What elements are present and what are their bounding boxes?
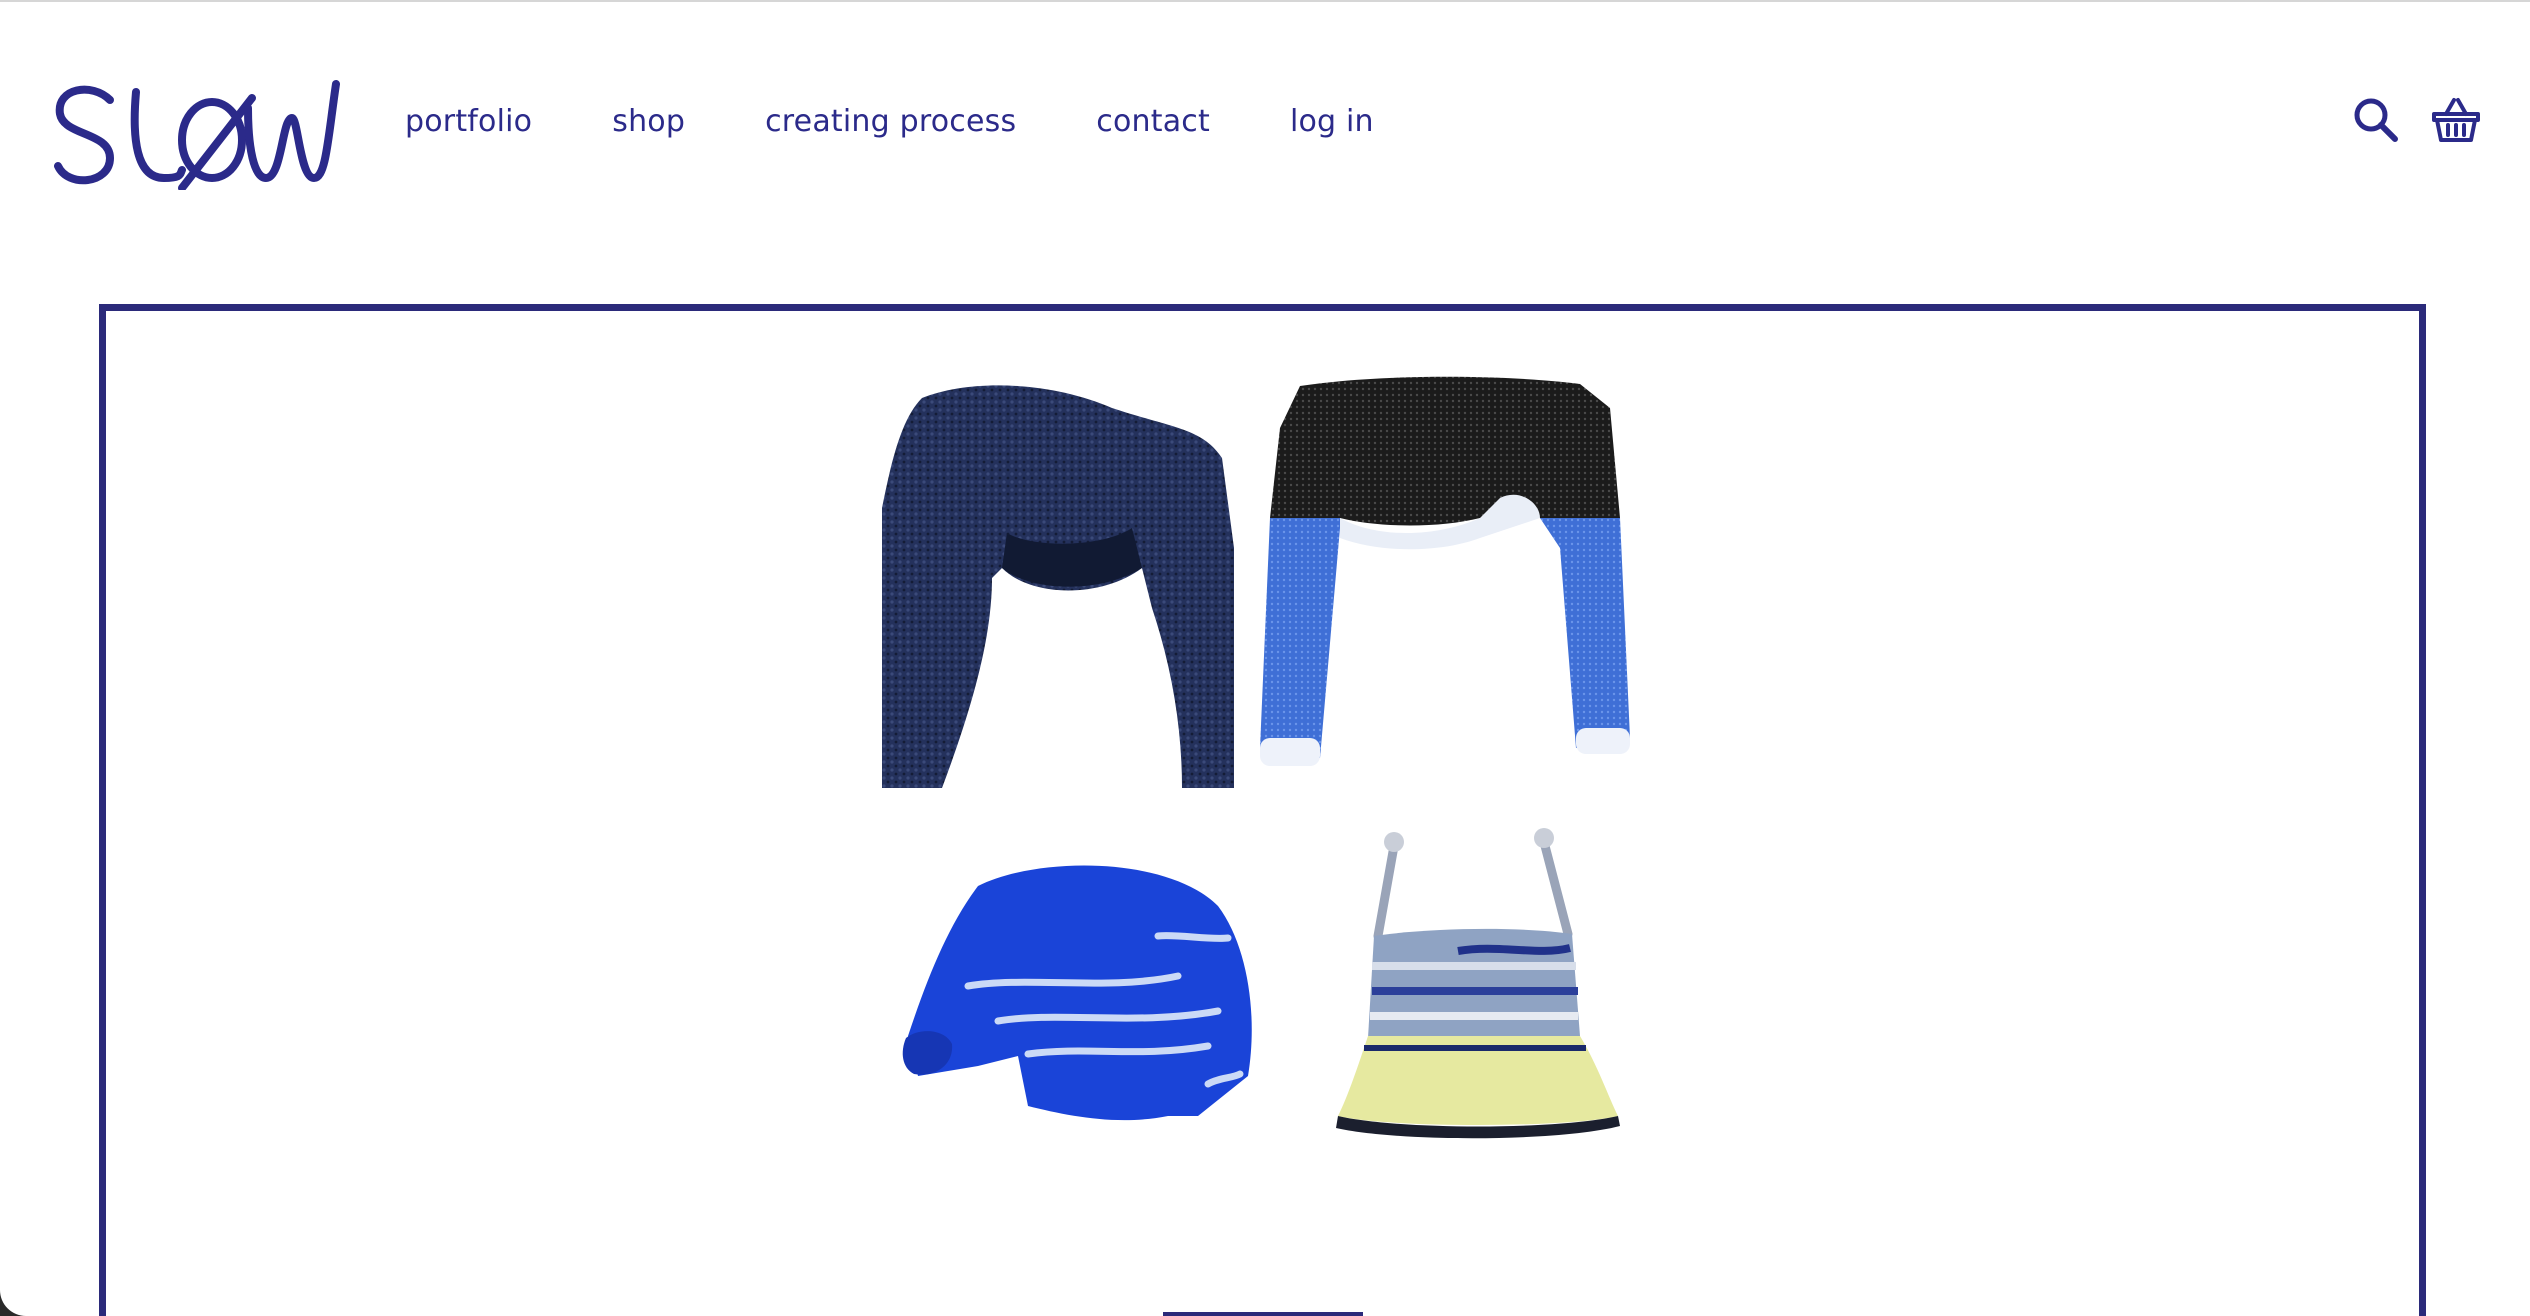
product-image-dark-navy-shrug[interactable] [882, 368, 1235, 788]
product-image-striped-cami[interactable] [1308, 816, 1648, 1168]
main-nav: portfolio shop creating process contact … [405, 100, 1374, 144]
nav-item-shop[interactable]: shop [612, 100, 685, 144]
page: portfolio shop creating process contact … [0, 0, 2530, 1316]
nav-item-portfolio[interactable]: portfolio [405, 100, 532, 144]
basket-icon[interactable] [2430, 94, 2482, 146]
carousel-indicator[interactable] [1163, 1312, 1363, 1316]
search-icon[interactable] [2350, 94, 2402, 146]
nav-item-log-in[interactable]: log in [1290, 100, 1374, 144]
header-icons [2350, 94, 2482, 146]
product-gallery [878, 368, 1648, 1168]
nav-item-creating-process[interactable]: creating process [765, 100, 1016, 144]
product-image-cobalt-sweater[interactable] [878, 816, 1298, 1168]
slow-logo[interactable] [52, 78, 340, 190]
product-image-black-blue-shrug[interactable] [1240, 368, 1648, 788]
nav-item-contact[interactable]: contact [1096, 100, 1210, 144]
